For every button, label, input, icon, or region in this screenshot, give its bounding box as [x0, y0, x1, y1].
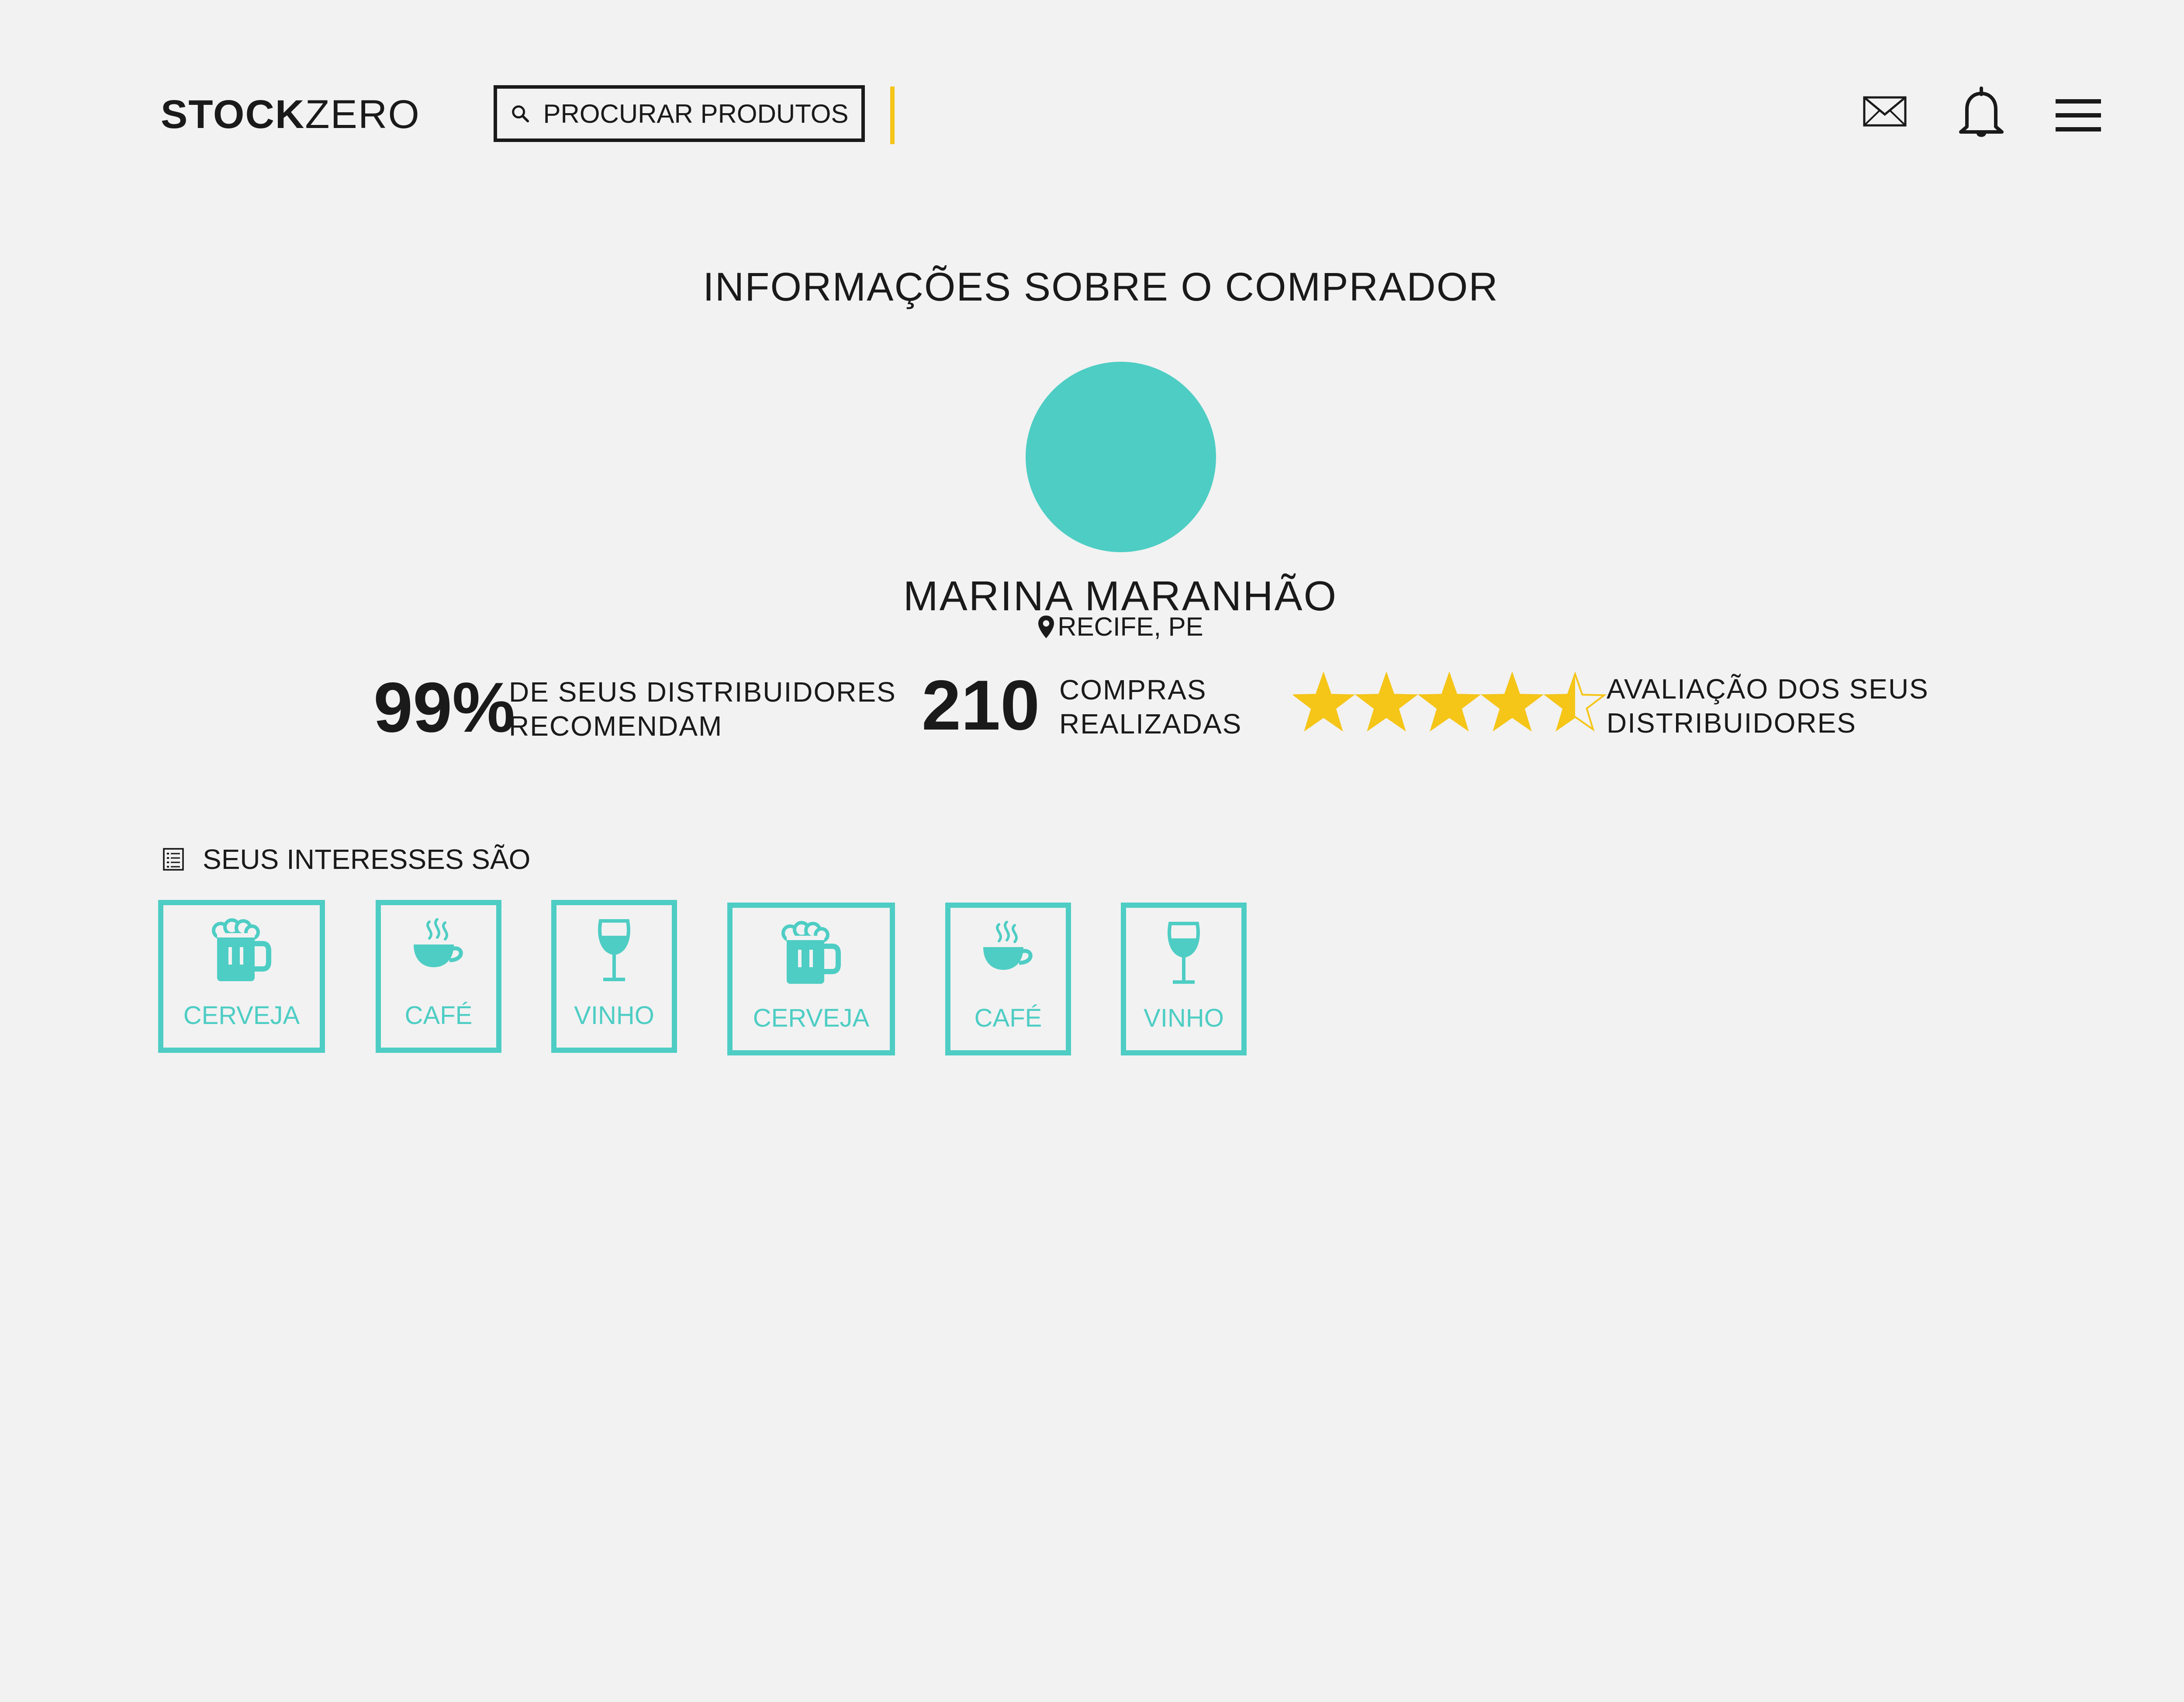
purchases-label: COMPRAS REALIZADAS — [1059, 673, 1242, 741]
rating-star-icon — [1480, 671, 1544, 732]
page-title: INFORMAÇÕES SOBRE O COMPRADOR — [703, 265, 1499, 309]
beer-icon — [781, 921, 841, 984]
recommend-label: DE SEUS DISTRIBUIDORES RECOMENDAM — [509, 675, 896, 743]
search-label: PROCURAR PRODUTOS — [543, 99, 849, 128]
rating-stars — [1293, 671, 1607, 732]
rating-label: AVALIAÇÃO DOS SEUS DISTRIBUIDORES — [1607, 672, 1929, 740]
rating-star-icon — [1293, 671, 1355, 732]
logo-light-text: ZERO — [305, 92, 420, 137]
purchases-label-line2: REALIZADAS — [1059, 708, 1242, 740]
rating-label-line1: AVALIAÇÃO DOS SEUS — [1607, 673, 1929, 705]
beer-icon — [212, 918, 271, 981]
interest-tile-cerveja[interactable]: CERVEJA — [727, 903, 895, 1055]
buyer-location: RECIFE, PE — [961, 612, 1280, 642]
rating-star-icon — [1355, 671, 1418, 732]
rating-label-line2: DISTRIBUIDORES — [1607, 707, 1857, 739]
interest-label: VINHO — [574, 1001, 654, 1030]
bell-icon[interactable] — [1958, 86, 2004, 140]
wine-icon — [598, 919, 630, 981]
rating-star-icon — [1543, 671, 1607, 732]
purchases-label-line1: COMPRAS — [1059, 674, 1207, 706]
location-text: RECIFE, PE — [1057, 612, 1203, 641]
interests-header: SEUS INTERESSES SÃO — [162, 843, 530, 875]
rating-star-icon — [1417, 671, 1481, 732]
wine-icon — [1168, 922, 1200, 984]
interest-label: CAFÉ — [404, 1001, 473, 1030]
interest-tile-cafe[interactable]: CAFÉ — [376, 900, 501, 1053]
list-icon — [163, 848, 184, 871]
interest-tile-cafe[interactable]: CAFÉ — [945, 903, 1071, 1055]
interest-label: CAFÉ — [974, 1004, 1042, 1032]
interest-label: CERVEJA — [183, 1001, 300, 1030]
interest-label: CERVEJA — [753, 1004, 870, 1032]
interest-label: VINHO — [1144, 1004, 1224, 1032]
interest-tile-vinho[interactable]: VINHO — [1121, 903, 1247, 1055]
coffee-icon — [414, 918, 463, 967]
recommend-label-line1: DE SEUS DISTRIBUIDORES — [509, 676, 896, 708]
logo[interactable]: STOCKZERO — [161, 93, 420, 136]
recommend-label-line2: RECOMENDAM — [509, 710, 723, 742]
coffee-icon — [983, 921, 1033, 970]
search-accent-divider — [890, 86, 895, 144]
avatar — [1026, 362, 1216, 552]
interest-tile-vinho[interactable]: VINHO — [551, 900, 677, 1053]
menu-icon[interactable] — [2056, 98, 2101, 132]
search-button[interactable]: PROCURAR PRODUTOS — [494, 85, 865, 142]
interest-tile-cerveja[interactable]: CERVEJA — [158, 900, 325, 1053]
purchases-value: 210 — [922, 666, 1040, 745]
mail-icon[interactable] — [1863, 96, 1907, 127]
recommend-value: 99% — [373, 668, 515, 747]
search-icon — [511, 105, 529, 123]
logo-bold-text: STOCK — [161, 92, 305, 137]
interests-title: SEUS INTERESSES SÃO — [203, 844, 531, 875]
location-pin-icon — [1038, 615, 1054, 638]
